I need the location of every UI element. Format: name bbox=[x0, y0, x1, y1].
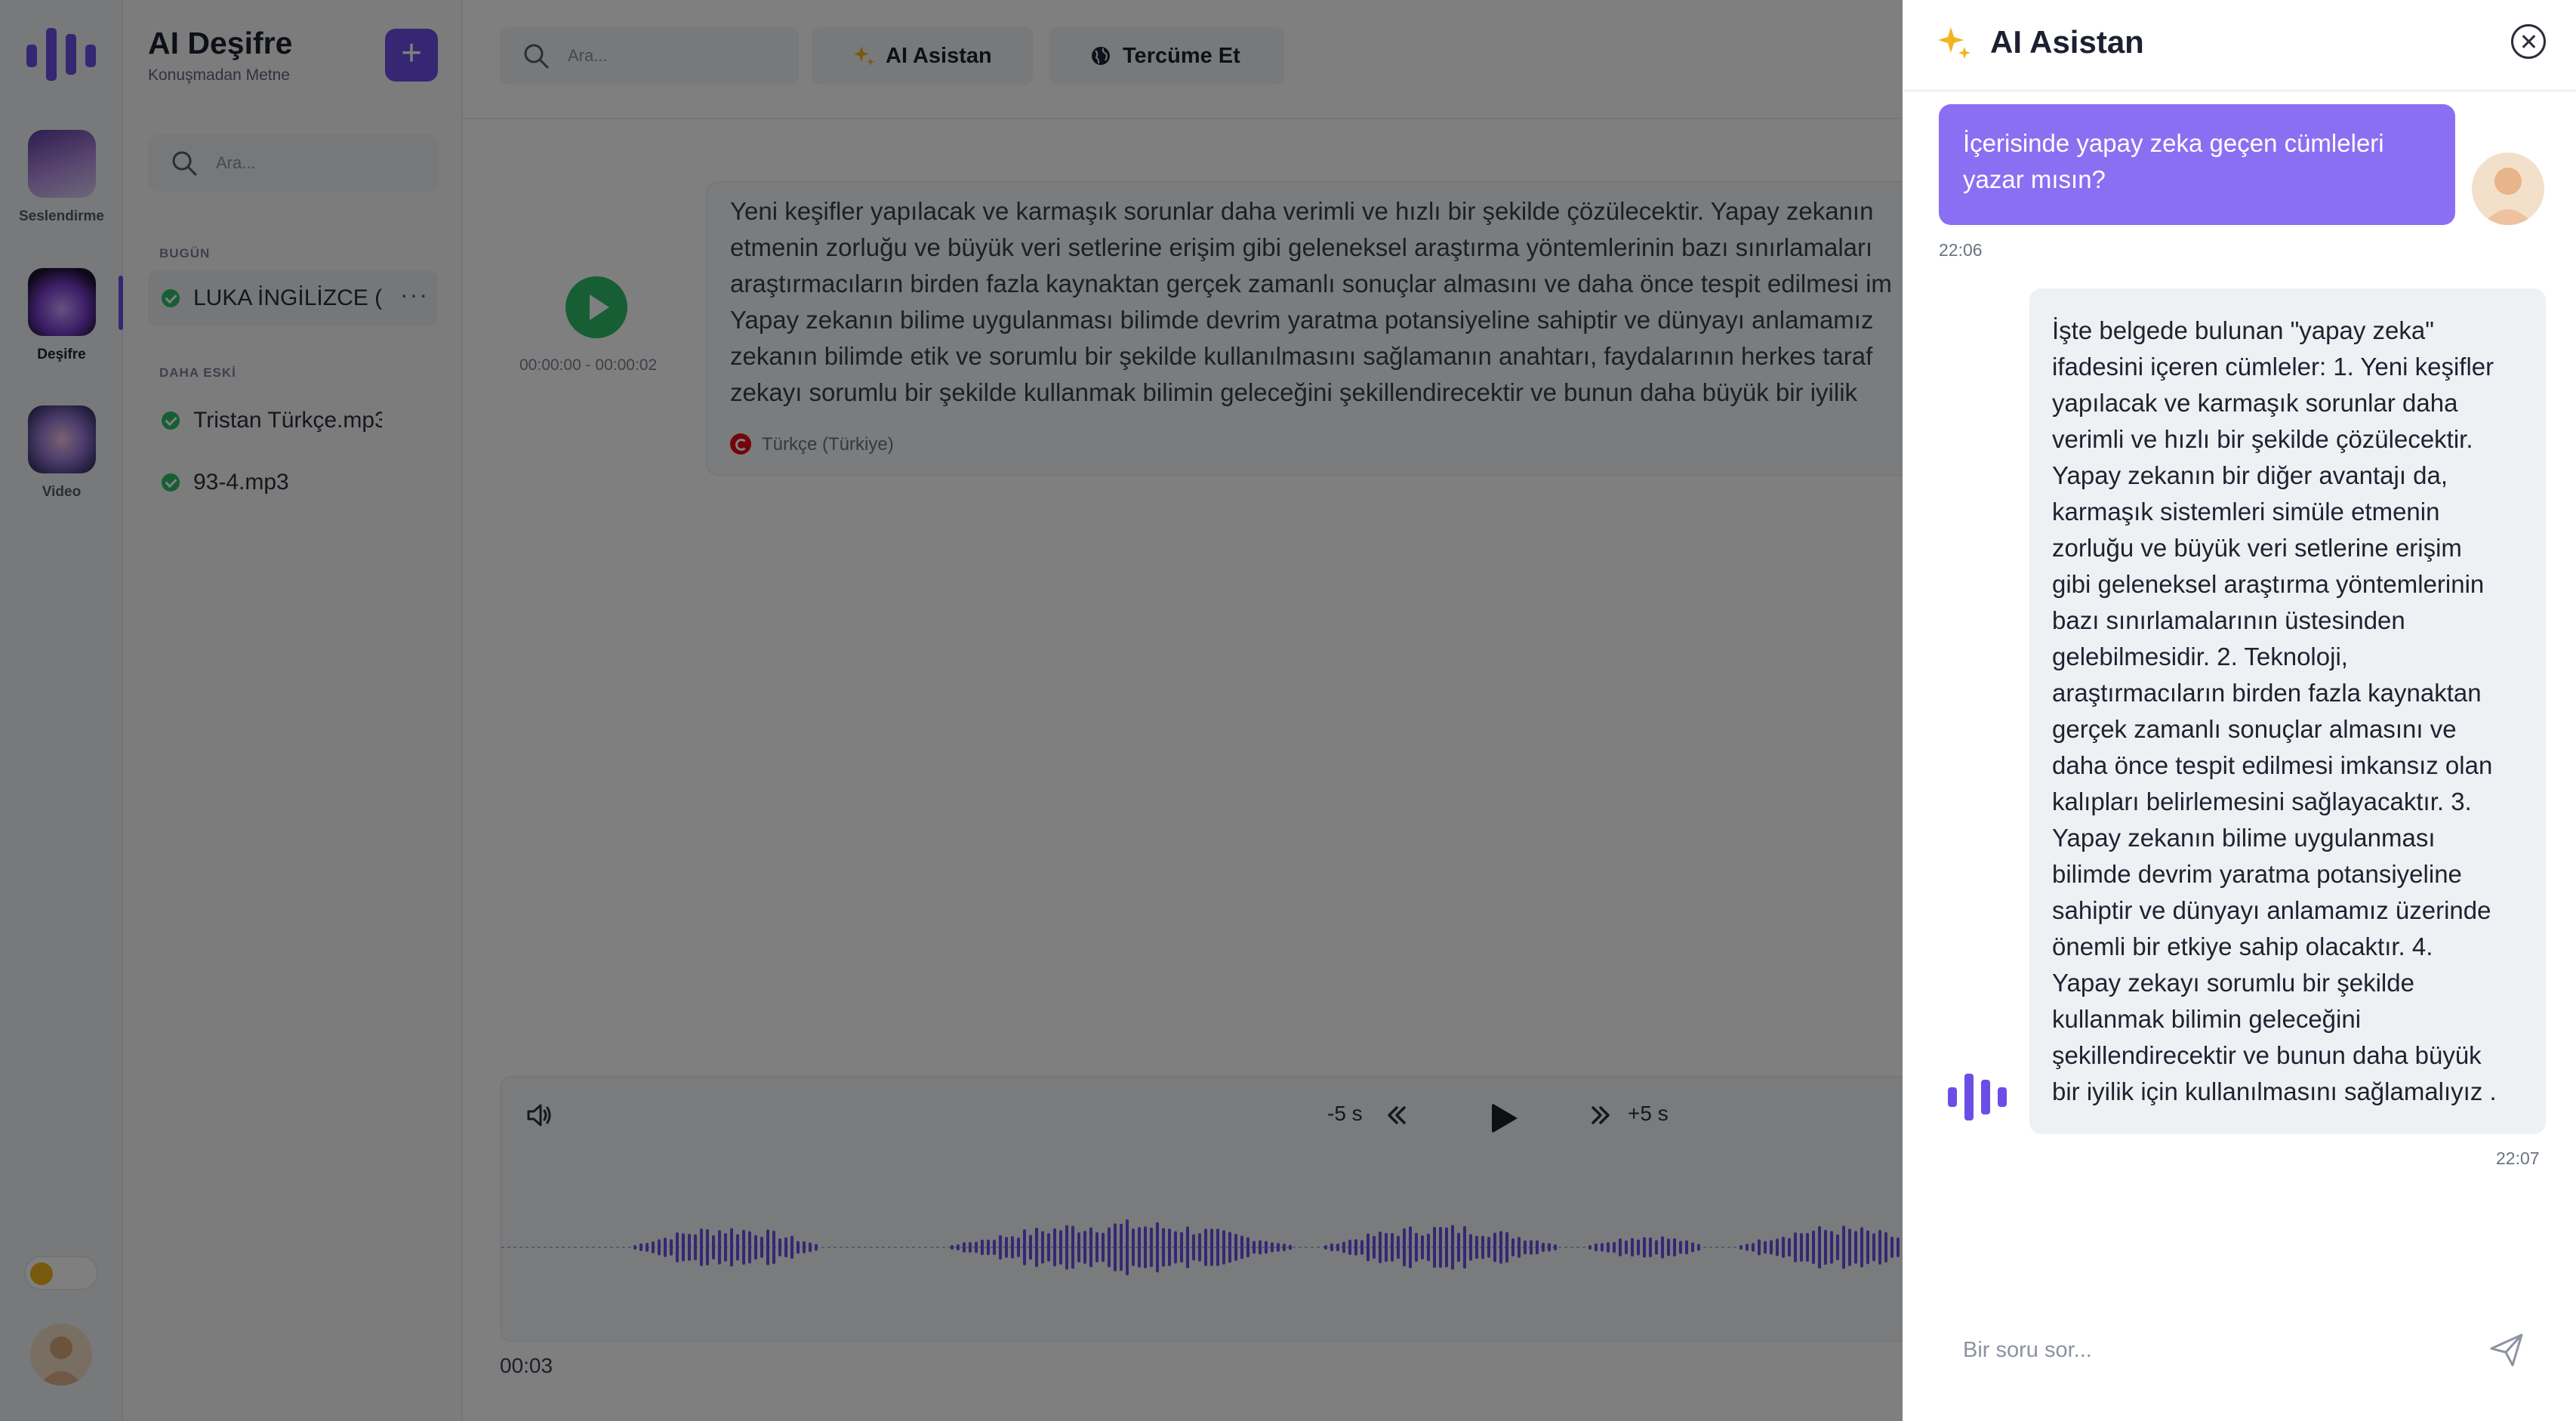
assistant-message-line: araştırmacıların birden fazla kaynaktan bbox=[2052, 679, 2482, 707]
message-time: 22:06 bbox=[1939, 240, 1983, 260]
avatar bbox=[2472, 153, 2544, 225]
close-icon[interactable] bbox=[2511, 24, 2546, 59]
assistant-message-line: kullanmak bilimin geleceğini bbox=[2052, 1005, 2362, 1033]
assistant-message-line: Yapay zekanın bilime uygulanması bbox=[2052, 824, 2436, 852]
send-icon[interactable] bbox=[2485, 1329, 2528, 1371]
assistant-message-line: bazı sınırlamalarının üstesinden bbox=[2052, 606, 2405, 634]
assistant-message-line: ifadesini içeren cümleler: 1. Yeni keşif… bbox=[2052, 353, 2494, 381]
assistant-message-line: gelebilmesidir. 2. Teknoloji, bbox=[2052, 643, 2348, 670]
assistant-message-line: şekillendirecektir ve bunun daha büyük bbox=[2052, 1041, 2482, 1069]
user-avatar-icon bbox=[2482, 168, 2534, 225]
ai-assistant-drawer: AI Asistan İçerisinde yapay zeka geçen c… bbox=[1903, 0, 2576, 1421]
assistant-message-line: yapılacak ve karmaşık sorunlar daha bbox=[2052, 389, 2458, 417]
assistant-message-line: Yapay zekayı sorumlu bir şekilde bbox=[2052, 969, 2414, 997]
modal-backdrop[interactable] bbox=[0, 0, 1903, 1421]
assistant-logo-icon bbox=[1948, 1074, 2007, 1120]
drawer-header: AI Asistan bbox=[1903, 0, 2576, 91]
assistant-message-line: verimli ve hızlı bir şekilde çözülecekti… bbox=[2052, 425, 2473, 453]
assistant-message-line: Yapay zekanın bir diğer avantajı da, bbox=[2052, 461, 2448, 489]
assistant-message-line: bilimde devrim yaratma potansiyeline bbox=[2052, 860, 2462, 888]
assistant-message-line: kalıpları belirlemesini sağlayacaktır. 3… bbox=[2052, 788, 2472, 815]
assistant-message-line: daha önce tespit edilmesi imkansız olan bbox=[2052, 751, 2493, 779]
assistant-message-line: zorluğu ve büyük veri setlerine erişim bbox=[2052, 534, 2462, 562]
assistant-message-line: sahiptir ve dünyayı anlamamız üzerinde bbox=[2052, 896, 2491, 924]
message-time: 22:07 bbox=[2496, 1148, 2540, 1168]
sparkle-icon bbox=[1938, 27, 1971, 59]
drawer-title: AI Asistan bbox=[1990, 24, 2144, 60]
assistant-message-line: önemli bir etkiye sahip olacaktır. 4. bbox=[2052, 932, 2433, 960]
assistant-message-line: karmaşık sistemleri simüle etmenin bbox=[2052, 498, 2440, 526]
assistant-message-line: bir iyilik için kullanılmasını sağlamalı… bbox=[2052, 1077, 2497, 1105]
assistant-message-line: İşte belgede bulunan "yapay zeka" bbox=[2052, 316, 2434, 344]
assistant-message-line: gibi geleneksel araştırma yöntemlerinin bbox=[2052, 570, 2485, 598]
assistant-message-line: gerçek zamanlı sonuçlar almasını ve bbox=[2052, 715, 2457, 743]
assistant-message: İşte belgede bulunan "yapay zeka" ifadesi… bbox=[2029, 288, 2546, 1134]
user-message: İçerisinde yapay zeka geçen cümleleri ya… bbox=[1939, 104, 2455, 225]
question-input[interactable] bbox=[1963, 1332, 2446, 1368]
